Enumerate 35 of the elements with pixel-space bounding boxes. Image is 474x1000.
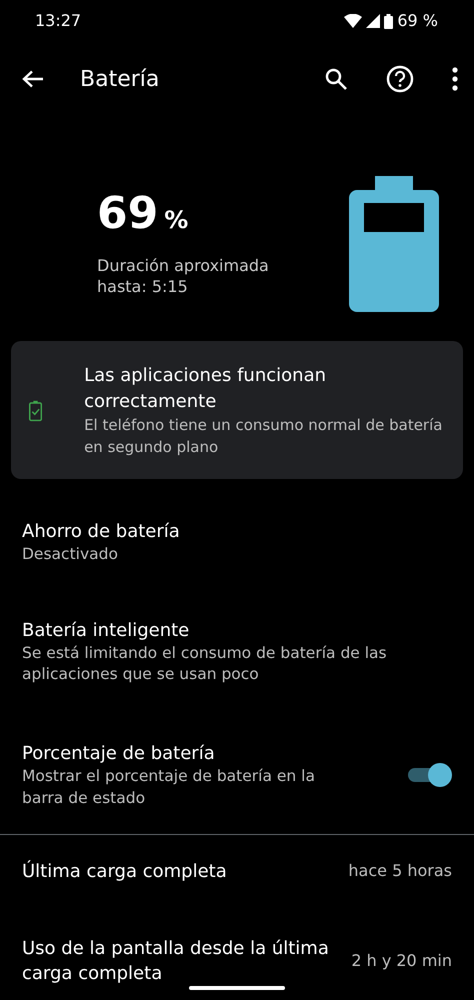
tip-title: Las aplicaciones funcionan correctamente [84,364,328,414]
search-button[interactable] [324,67,348,91]
setting-summary: Desactivado [22,544,119,565]
back-button[interactable] [22,70,44,88]
wifi-icon [344,14,362,28]
setting-title: Batería inteligente [22,618,190,643]
more-options-button[interactable] [452,67,458,91]
page-title: Batería [80,66,160,94]
help-button[interactable] [386,65,414,93]
setting-item[interactable]: Ahorro de batería Desactivado [0,518,474,566]
setting-summary: Mostrar el porcentaje de batería en la barra de estado [22,766,316,809]
setting-title: Ahorro de batería [22,520,181,544]
search-icon [324,67,348,91]
setting-item[interactable]: Porcentaje de batería Mostrar el porcentaje de batería en la barra de estado [0,741,474,810]
toggle-switch[interactable] [408,763,452,788]
battery-icon [384,14,394,28]
clock: 13:27 [35,10,82,32]
tip-card[interactable]: Las aplicaciones funcionan correctamente El teléfono tiene un consumo normal de batería en segundo plano [11,341,463,479]
tip-text: El teléfono tiene un consumo normal de batería en segundo plano [84,415,444,458]
percent-sign: % [164,205,188,236]
stat-value: hace 5 horas [348,860,452,882]
setting-title: Porcentaje de batería [22,742,216,766]
stat-label: Última carga completa [22,859,227,884]
battery-icon [349,176,439,312]
stat-value: 2 h y 20 min [351,950,452,972]
stat-label: Uso de la pantalla desde la última carga completa [22,936,330,986]
battery-estimate: Duración aproximada hasta: 5:15 [97,256,270,298]
signal-icon [366,14,380,28]
battery-percent: 69 % [397,10,438,32]
help-icon [386,65,414,93]
back-arrow-icon [22,70,44,88]
setting-item[interactable]: Batería inteligente Se está limitando el consumo de batería de las aplicaciones que se usan poco [0,618,474,686]
more-icon [452,67,458,91]
setting-summary: Se está limitando el consumo de batería de las aplicaciones que se usan poco [22,642,388,686]
battery-level: 69 [97,192,158,236]
